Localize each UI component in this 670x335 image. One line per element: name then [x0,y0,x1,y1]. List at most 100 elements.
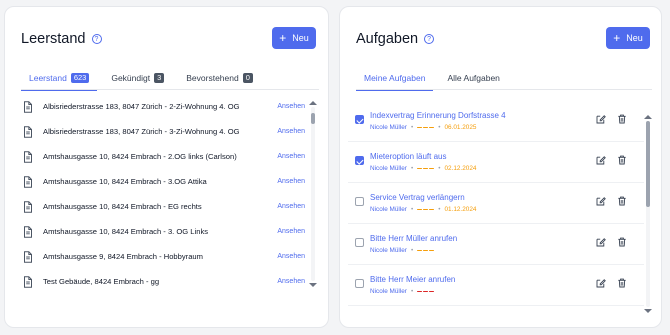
task-title[interactable]: Indexvertrag Erinnerung Dorfstrasse 4 [370,111,506,120]
tab-meine-aufgaben[interactable]: Meine Aufgaben [356,67,434,91]
task-checkbox[interactable] [355,197,364,206]
view-link[interactable]: Ansehen [277,128,305,135]
new-vacancy-button[interactable]: + Neu [272,27,316,49]
new-task-button[interactable]: + Neu [606,27,650,49]
task-meta: Nicole Müller • [370,288,435,295]
task-meta: Nicole Müller • • 02.12.2024 [370,165,476,172]
tab-alle-aufgaben[interactable]: Alle Aufgaben [439,67,507,91]
task-row: Bitte Herr Müller anrufen Nicole Müller • [348,224,644,265]
new-button-label: Neu [626,33,643,43]
separator: • [410,124,414,131]
task-checkbox[interactable] [355,115,364,124]
vacancy-scrollbar[interactable] [309,101,317,287]
due-date: 06.01.2025 [444,124,477,131]
tab-bevorstehend[interactable]: Bevorstehend 0 [178,67,261,91]
scroll-thumb[interactable] [311,113,315,124]
trash-icon[interactable] [617,155,627,165]
vacancy-address: Amtshausgasse 10, 8424 Embrach - EG rech… [43,202,202,211]
count-badge: 623 [70,73,90,84]
document-icon [24,175,32,188]
edit-icon[interactable] [596,278,606,288]
help-icon[interactable]: ? [424,34,435,44]
assignee: Nicole Müller [370,247,407,254]
task-checkbox[interactable] [355,156,364,165]
tab-gekuendigt[interactable]: Gekündigt 3 [103,67,172,91]
scroll-down-icon[interactable] [309,283,317,287]
separator: • [438,165,441,172]
vacancy-row[interactable]: Test Gebäude, 8424 Embrach - gg Ansehen [17,269,307,294]
help-icon[interactable]: ? [91,34,102,44]
document-icon [24,250,32,263]
separator: • [410,165,414,172]
vacancy-row[interactable]: Albisriederstrasse 183, 8047 Zürich - 2-… [17,94,307,119]
view-link[interactable]: Ansehen [277,203,305,210]
priority-indicator [417,167,435,170]
assignee: Nicole Müller [370,165,407,172]
task-title[interactable]: Bitte Herr Müller anrufen [370,234,457,243]
view-link[interactable]: Ansehen [277,178,305,185]
vacancy-address: Albisriederstrasse 183, 8047 Zürich - 2-… [43,102,240,111]
tasks-title-text: Aufgaben [356,31,419,47]
plus-icon: + [279,31,287,45]
tab-label: Meine Aufgaben [364,73,426,83]
priority-indicator [417,290,435,293]
document-icon [24,275,32,288]
task-title[interactable]: Mieteroption läuft aus [370,152,447,161]
priority-indicator [417,208,435,211]
view-link[interactable]: Ansehen [277,153,305,160]
view-link[interactable]: Ansehen [277,103,305,110]
edit-icon[interactable] [596,155,606,165]
vacancy-row[interactable]: Albisriederstrasse 183, 8047 Zürich - 3-… [17,119,307,144]
task-row: Indexvertrag Erinnerung Dorfstrasse 4 Nic… [348,101,644,142]
document-icon [24,100,32,113]
separator: • [438,124,441,131]
view-link[interactable]: Ansehen [277,228,305,235]
edit-icon[interactable] [596,196,606,206]
trash-icon[interactable] [617,237,627,247]
vacancy-row[interactable]: Amtshausgasse 9, 8424 Embrach - Hobbyrau… [17,244,307,269]
vacancy-row[interactable]: Amtshausgasse 10, 8424 Embrach - 3.OG At… [17,169,307,194]
vacancy-address: Amtshausgasse 10, 8424 Embrach - 3. OG L… [43,227,209,236]
task-title[interactable]: Bitte Herr Meier anrufen [370,275,455,284]
view-link[interactable]: Ansehen [277,278,305,285]
trash-icon[interactable] [617,196,627,206]
vacancy-address: Amtshausgasse 9, 8424 Embrach - Hobbyrau… [43,252,203,261]
trash-icon[interactable] [617,114,627,124]
scroll-track[interactable] [311,107,315,281]
vacancy-row[interactable]: Amtshausgasse 10, 8424 Embrach - 2.OG li… [17,144,307,169]
view-link[interactable]: Ansehen [277,253,305,260]
vacancy-row[interactable]: Amtshausgasse 10, 8424 Embrach - 3. OG L… [17,219,307,244]
task-title[interactable]: Service Vertrag verlängern [370,193,465,202]
task-checkbox[interactable] [355,279,364,288]
task-actions [596,278,627,288]
separator: • [410,247,414,254]
scroll-up-icon[interactable] [644,115,652,119]
edit-icon[interactable] [596,114,606,124]
priority-indicator [417,249,435,252]
tab-leerstand[interactable]: Leerstand 623 [21,67,98,92]
tab-divider [356,89,652,90]
scroll-thumb[interactable] [646,121,650,207]
assignee: Nicole Müller [370,288,407,295]
tab-divider [21,89,319,90]
task-meta: Nicole Müller • • 06.01.2025 [370,124,476,131]
task-meta: Nicole Müller • • 01.12.2024 [370,206,476,213]
vacancy-tabs: Leerstand 623 Gekündigt 3 Bevorstehend 0 [21,67,261,92]
trash-icon[interactable] [617,278,627,288]
tasks-scrollbar[interactable] [644,115,652,313]
scroll-up-icon[interactable] [309,101,317,105]
assignee: Nicole Müller [370,124,407,131]
vacancy-row[interactable]: Amtshausgasse 10, 8424 Embrach - EG rech… [17,194,307,219]
edit-icon[interactable] [596,237,606,247]
vacancy-title-text: Leerstand [21,31,86,47]
task-checkbox[interactable] [355,238,364,247]
separator: • [438,206,441,213]
count-badge: 0 [242,73,253,84]
task-list: Indexvertrag Erinnerung Dorfstrasse 4 Nic… [348,101,644,306]
tasks-card: Aufgaben ? + Neu Meine Aufgaben Alle Auf… [339,6,662,328]
vacancy-address: Amtshausgasse 10, 8424 Embrach - 3.OG At… [43,177,207,186]
task-row: Mieteroption läuft aus Nicole Müller • • 02.… [348,142,644,183]
vacancy-address: Albisriederstrasse 183, 8047 Zürich - 3-… [43,127,240,136]
scroll-down-icon[interactable] [644,309,652,313]
tab-label: Alle Aufgaben [447,73,500,83]
